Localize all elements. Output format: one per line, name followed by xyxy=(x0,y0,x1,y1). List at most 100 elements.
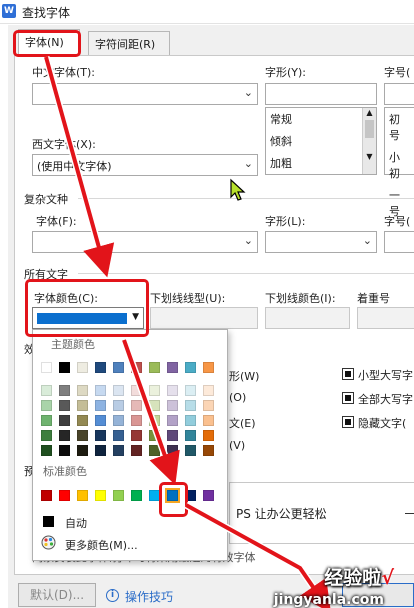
standard-color-swatch[interactable] xyxy=(131,490,142,501)
theme-color-swatch[interactable] xyxy=(203,385,214,396)
theme-color-swatch[interactable] xyxy=(113,362,124,373)
theme-color-swatch[interactable] xyxy=(59,362,70,373)
cn-font-combo[interactable]: ⌄ xyxy=(32,83,258,105)
emphasis-combo[interactable] xyxy=(357,307,414,329)
theme-color-swatch[interactable] xyxy=(59,445,70,456)
theme-color-swatch[interactable] xyxy=(41,415,52,426)
theme-color-swatch[interactable] xyxy=(59,430,70,441)
theme-color-swatch[interactable] xyxy=(203,400,214,411)
style-list[interactable]: 常规 倾斜 加粗 ▲ ▼ xyxy=(265,107,377,175)
style-option-italic[interactable]: 倾斜 xyxy=(266,130,376,152)
theme-color-swatch[interactable] xyxy=(113,400,124,411)
underline-type-combo[interactable] xyxy=(150,307,258,329)
theme-color-swatch[interactable] xyxy=(41,400,52,411)
theme-color-swatch[interactable] xyxy=(131,430,142,441)
default-button[interactable]: 默认(D)... xyxy=(18,583,96,607)
auto-color-option[interactable]: 自动 xyxy=(65,515,87,531)
theme-color-swatch[interactable] xyxy=(131,362,142,373)
standard-color-swatch[interactable] xyxy=(59,490,70,501)
theme-color-swatch[interactable] xyxy=(77,430,88,441)
theme-color-swatch[interactable] xyxy=(203,362,214,373)
theme-color-swatch[interactable] xyxy=(203,445,214,456)
theme-color-swatch[interactable] xyxy=(77,385,88,396)
complex-style-label: 字形(L): xyxy=(265,215,306,228)
theme-color-swatch[interactable] xyxy=(59,385,70,396)
style-option-regular[interactable]: 常规 xyxy=(266,108,376,130)
underline-color-combo[interactable] xyxy=(265,307,350,329)
theme-color-swatch[interactable] xyxy=(95,415,106,426)
theme-color-swatch[interactable] xyxy=(95,400,106,411)
theme-color-swatch[interactable] xyxy=(185,400,196,411)
theme-color-swatch[interactable] xyxy=(77,415,88,426)
theme-color-swatch[interactable] xyxy=(185,430,196,441)
size-input[interactable] xyxy=(384,83,414,105)
standard-color-swatch[interactable] xyxy=(95,490,106,501)
theme-color-swatch[interactable] xyxy=(149,445,160,456)
theme-color-swatch[interactable] xyxy=(41,362,52,373)
theme-color-swatch[interactable] xyxy=(41,385,52,396)
theme-color-swatch[interactable] xyxy=(113,445,124,456)
theme-color-swatch[interactable] xyxy=(41,430,52,441)
theme-color-swatch[interactable] xyxy=(77,445,88,456)
theme-color-swatch[interactable] xyxy=(185,385,196,396)
theme-color-swatch[interactable] xyxy=(131,415,142,426)
theme-color-swatch[interactable] xyxy=(167,415,178,426)
complex-style-combo[interactable]: ⌄ xyxy=(265,231,377,253)
theme-color-swatch[interactable] xyxy=(167,400,178,411)
theme-color-swatch[interactable] xyxy=(59,400,70,411)
theme-color-swatch[interactable] xyxy=(149,362,160,373)
theme-color-swatch[interactable] xyxy=(185,415,196,426)
complex-size-combo[interactable] xyxy=(384,231,414,253)
size-list[interactable]: 初号 小初 一号 xyxy=(384,107,414,218)
standard-color-swatch[interactable] xyxy=(203,490,214,501)
theme-color-swatch[interactable] xyxy=(95,430,106,441)
theme-color-swatch[interactable] xyxy=(77,362,88,373)
small-caps-checkbox[interactable] xyxy=(342,368,354,380)
complex-font-combo[interactable]: ⌄ xyxy=(32,231,258,253)
tips-link[interactable]: 操作技巧 xyxy=(125,588,173,605)
tab-character-spacing[interactable]: 字符间距(R) xyxy=(88,31,170,55)
style-list-scrollbar[interactable]: ▲ ▼ xyxy=(362,108,376,174)
theme-color-swatch[interactable] xyxy=(149,415,160,426)
standard-color-swatch[interactable] xyxy=(41,490,52,501)
auto-color-swatch[interactable] xyxy=(43,516,54,527)
chevron-down-icon: ⌄ xyxy=(243,234,253,247)
theme-color-swatch[interactable] xyxy=(113,430,124,441)
theme-color-swatch[interactable] xyxy=(167,445,178,456)
standard-color-swatch[interactable] xyxy=(113,490,124,501)
theme-color-swatch[interactable] xyxy=(167,430,178,441)
size-option-xiaochu[interactable]: 小初 xyxy=(385,146,414,184)
more-colors-option[interactable]: 更多颜色(M)... xyxy=(65,537,138,553)
theme-color-swatch[interactable] xyxy=(131,400,142,411)
theme-color-grid xyxy=(41,362,221,462)
effect-shadow-label: 形(W) xyxy=(229,370,260,383)
theme-color-swatch[interactable] xyxy=(203,415,214,426)
theme-color-swatch[interactable] xyxy=(77,400,88,411)
style-input[interactable] xyxy=(265,83,377,105)
highlight-chosen-color xyxy=(159,482,188,517)
theme-color-swatch[interactable] xyxy=(185,362,196,373)
theme-color-swatch[interactable] xyxy=(167,385,178,396)
standard-color-swatch[interactable] xyxy=(77,490,88,501)
theme-color-swatch[interactable] xyxy=(59,415,70,426)
theme-color-swatch[interactable] xyxy=(131,385,142,396)
hidden-text-checkbox[interactable] xyxy=(342,416,354,428)
theme-color-swatch[interactable] xyxy=(149,385,160,396)
theme-color-swatch[interactable] xyxy=(149,430,160,441)
theme-color-swatch[interactable] xyxy=(203,430,214,441)
complex-group-label: 复杂文种 xyxy=(24,193,68,206)
style-option-bold[interactable]: 加粗 xyxy=(266,152,376,174)
theme-color-swatch[interactable] xyxy=(167,362,178,373)
theme-color-swatch[interactable] xyxy=(41,445,52,456)
theme-color-swatch[interactable] xyxy=(113,385,124,396)
theme-color-swatch[interactable] xyxy=(149,400,160,411)
all-caps-checkbox[interactable] xyxy=(342,392,354,404)
theme-color-swatch[interactable] xyxy=(95,362,106,373)
theme-color-swatch[interactable] xyxy=(185,445,196,456)
theme-color-swatch[interactable] xyxy=(113,415,124,426)
size-option-chuhao[interactable]: 初号 xyxy=(385,108,414,146)
theme-color-swatch[interactable] xyxy=(131,445,142,456)
theme-color-swatch[interactable] xyxy=(95,385,106,396)
theme-color-swatch[interactable] xyxy=(95,445,106,456)
west-font-combo[interactable]: (使用中文字体) ⌄ xyxy=(32,154,258,176)
